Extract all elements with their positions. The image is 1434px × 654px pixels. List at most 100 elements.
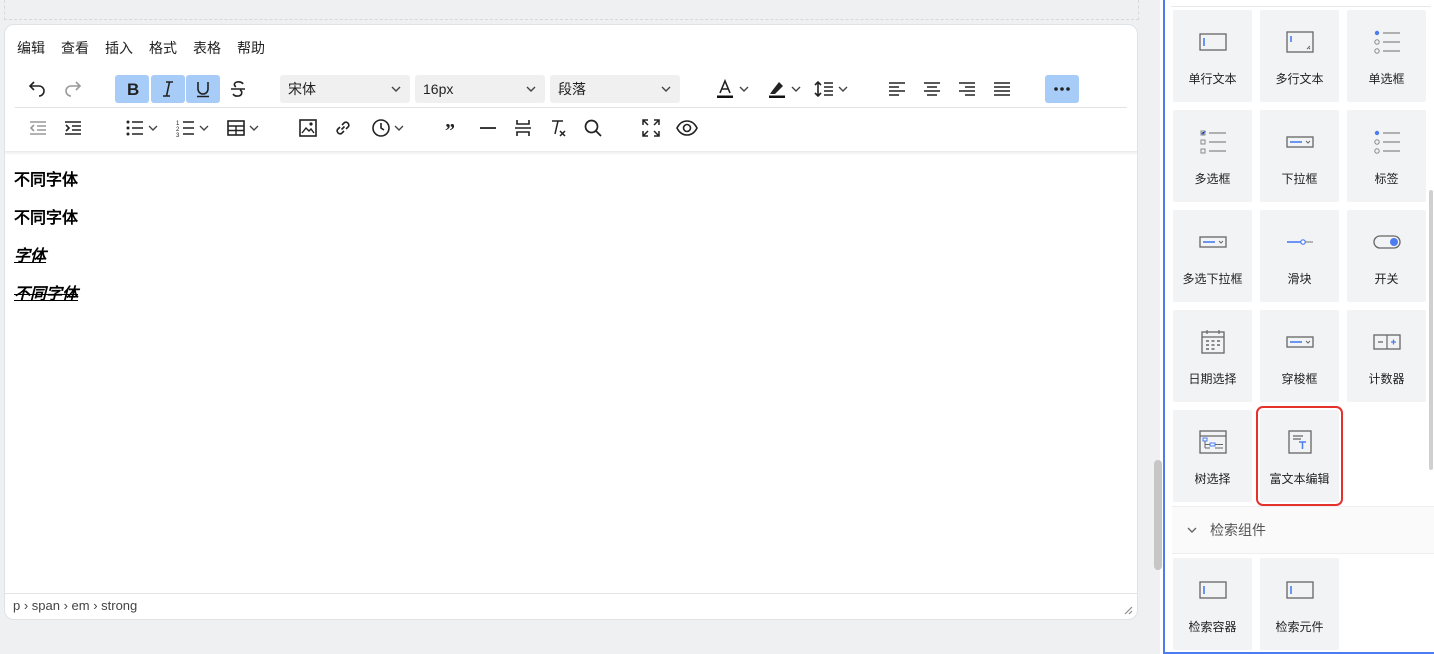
widget-search-element[interactable]: 检索元件 [1260,558,1339,650]
chevron-down-icon [739,86,749,92]
svg-text:B: B [127,80,139,99]
chevron-down-icon [391,86,401,92]
widget-radio[interactable]: 单选框 [1347,10,1426,102]
content-line[interactable]: 不同字体 [14,171,78,209]
content-line[interactable]: 不同字体 [14,285,78,323]
editor-menubar: 编辑 查看 插入 格式 表格 帮助 [17,39,281,57]
highlighter-icon [769,82,785,98]
fullscreen-button[interactable] [636,114,666,142]
editor-scrollbar[interactable] [1154,460,1162,570]
widget-single-line-text[interactable]: 单行文本 [1173,10,1252,102]
numbered-list-button[interactable]: 123 [170,114,216,142]
block-format-value: 段落 [558,81,586,97]
preview-button[interactable] [671,114,703,142]
section-search-components[interactable]: 检索组件 [1172,506,1434,554]
search-replace-button[interactable] [578,114,608,142]
search-icon [584,119,602,137]
chevron-down-icon [838,86,848,92]
undo-button[interactable] [21,75,53,103]
align-justify-button[interactable] [986,75,1018,103]
menu-view[interactable]: 查看 [61,39,89,57]
menu-insert[interactable]: 插入 [105,39,133,57]
widget-multi-line-text[interactable]: 多行文本 [1260,10,1339,102]
widget-tag[interactable]: 标签 [1347,110,1426,202]
counter-icon [1373,334,1401,350]
widget-select[interactable]: 下拉框 [1260,110,1339,202]
resize-handle-icon[interactable] [1123,605,1133,615]
eye-icon [676,120,698,136]
bold-button[interactable]: B [115,75,149,103]
insert-image-button[interactable] [293,114,323,142]
panel-scrollbar[interactable] [1429,190,1433,470]
rich-text-icon [1288,430,1312,454]
widget-multi-select[interactable]: 多选下拉框 [1173,210,1252,302]
underline-button[interactable] [186,75,220,103]
align-left-button[interactable] [881,75,913,103]
menu-format[interactable]: 格式 [149,39,177,57]
block-format-select[interactable]: 段落 [550,75,680,103]
bullet-list-button[interactable] [119,114,165,142]
svg-text:”: ” [445,120,455,138]
widget-search-container[interactable]: 检索容器 [1173,558,1252,650]
highlight-color-button[interactable] [761,75,807,103]
horizontal-rule-button[interactable] [473,114,503,142]
widget-tree-select[interactable]: 树选择 [1173,410,1252,502]
widget-date-picker[interactable]: 日期选择 [1173,310,1252,402]
menu-table[interactable]: 表格 [193,39,221,57]
align-right-button[interactable] [951,75,983,103]
indent-icon [65,121,81,135]
insert-datetime-button[interactable] [365,114,411,142]
panel-divider [1171,6,1431,7]
table-icon [227,120,245,136]
toolbar-row-1: B 宋体 16px 段落 [15,74,1127,108]
widget-counter[interactable]: 计数器 [1347,310,1426,402]
clear-format-icon [552,120,566,137]
content-line[interactable]: 字体 [14,247,78,285]
switch-icon [1373,235,1401,249]
widget-transfer[interactable]: 穿梭框 [1260,310,1339,402]
content-line[interactable]: 不同字体 [14,209,78,247]
menu-edit[interactable]: 编辑 [17,39,45,57]
align-justify-icon [994,82,1010,96]
widget-label: 日期选择 [1188,372,1237,386]
italic-button[interactable] [151,75,185,103]
text-color-button[interactable] [709,75,755,103]
widget-checkbox[interactable]: 多选框 [1173,110,1252,202]
chevron-down-icon [148,125,158,131]
editor-area: 编辑 查看 插入 格式 表格 帮助 B 宋体 16px 段落 1 2 3 ” 不… [0,0,1160,654]
table-button[interactable] [220,114,266,142]
strikethrough-icon [231,81,245,97]
font-size-select[interactable]: 16px [415,75,545,103]
multi-select-icon [1199,236,1227,248]
widget-switch[interactable]: 开关 [1347,210,1426,302]
chevron-down-icon [791,86,801,92]
link-icon [336,121,350,135]
align-center-button[interactable] [916,75,948,103]
element-path[interactable]: p › span › em › strong [13,598,137,613]
widget-label: 多行文本 [1275,72,1324,86]
text-input-icon [1199,33,1227,51]
widget-slider[interactable]: 滑块 [1260,210,1339,302]
line-height-icon [814,80,833,98]
outdent-button[interactable] [23,114,53,142]
textarea-icon [1286,31,1314,53]
widget-rich-text-editor[interactable]: 富文本编辑 [1256,406,1343,506]
calendar-icon [1201,330,1225,354]
menu-help[interactable]: 帮助 [237,39,265,57]
strikethrough-button[interactable] [222,75,254,103]
redo-button[interactable] [57,75,89,103]
editor-content[interactable]: 不同字体 不同字体 字体 不同字体 [14,171,78,323]
widget-label: 滑块 [1287,272,1312,286]
remove-format-button[interactable] [543,114,573,142]
transfer-icon [1286,336,1314,348]
page-break-button[interactable] [508,114,538,142]
horizontal-rule-icon [480,127,496,129]
widget-label: 单选框 [1368,72,1405,86]
font-family-select[interactable]: 宋体 [280,75,410,103]
widget-label: 检索容器 [1188,620,1237,634]
blockquote-button[interactable]: ” [438,114,468,142]
indent-button[interactable] [58,114,88,142]
more-button[interactable] [1045,75,1079,103]
line-height-button[interactable] [811,75,851,103]
insert-link-button[interactable] [328,114,358,142]
